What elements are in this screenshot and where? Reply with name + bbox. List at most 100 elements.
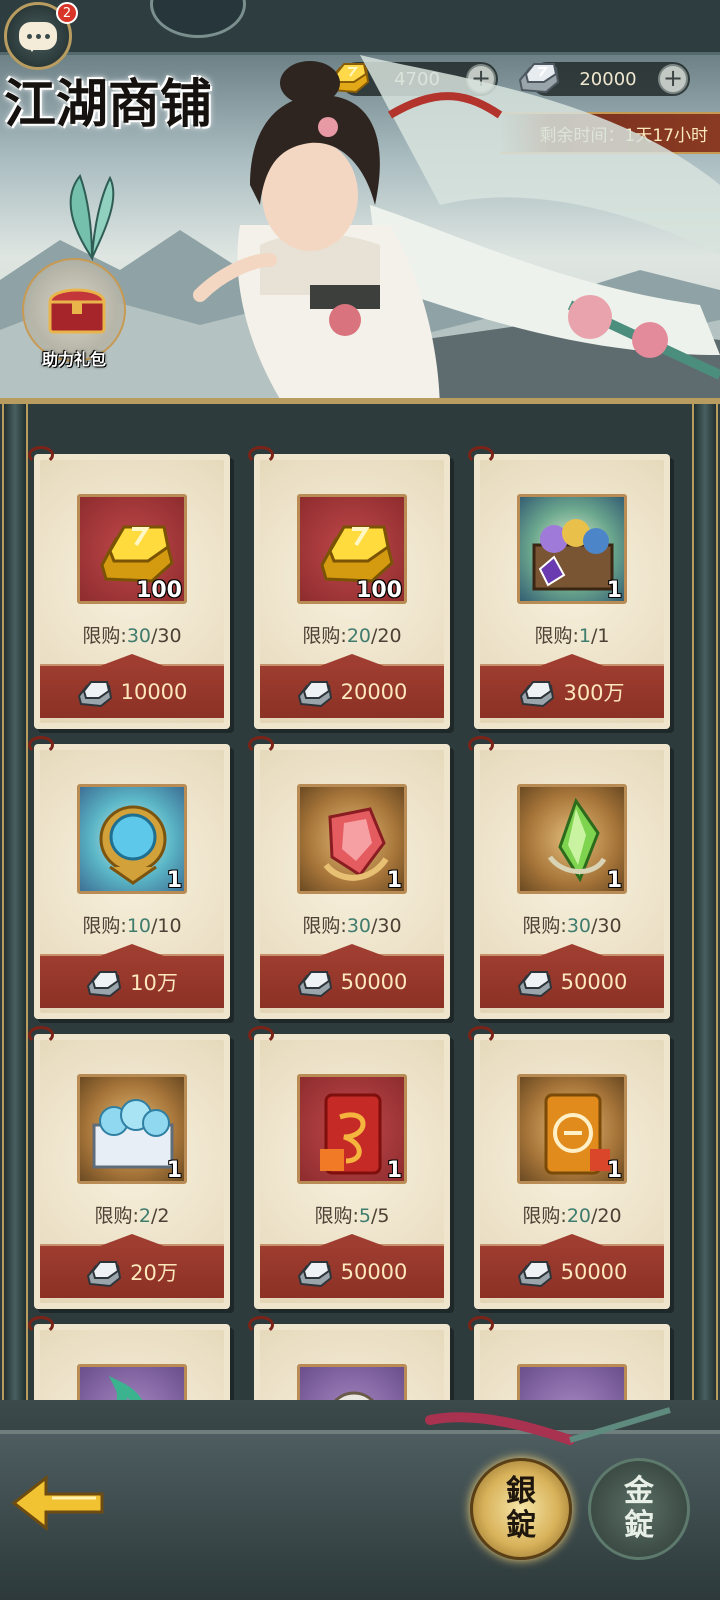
limit-prefix: 限购:	[82, 915, 127, 937]
limit-total: /20	[371, 625, 402, 647]
silver-ingot-icon	[297, 681, 332, 708]
left-rail	[2, 404, 28, 1406]
shop-item-card[interactable]	[248, 1316, 450, 1406]
price-button[interactable]: 300万	[480, 664, 664, 718]
item-quantity: 1	[386, 868, 402, 893]
treasure-chest-icon	[48, 288, 106, 334]
price-value: 50000	[560, 970, 628, 994]
bottom-bar: 銀錠 金錠	[0, 1400, 720, 1600]
price-value: 300万	[563, 681, 625, 705]
item-icon-frame: 1	[517, 784, 627, 894]
price-button[interactable]: 50000	[480, 954, 664, 1008]
limit-total: /2	[151, 1205, 170, 1227]
card-pin	[28, 446, 54, 464]
right-rail	[692, 404, 718, 1406]
shop-item-card[interactable]: 1 限购:2/2 20万	[28, 1026, 230, 1309]
limit-current: 20	[346, 625, 371, 647]
shop-item-card[interactable]: 100 限购:30/30 10000	[28, 446, 230, 729]
item-quantity: 1	[606, 578, 622, 603]
price-button[interactable]: 50000	[260, 954, 444, 1008]
top-strip	[0, 0, 720, 55]
price-button[interactable]: 10万	[40, 954, 224, 1008]
item-icon-frame: 1	[297, 1074, 407, 1184]
shop-item-card[interactable]: 1 限购:20/20 50000	[468, 1026, 670, 1309]
card-pin	[28, 736, 54, 754]
card-pin	[468, 1316, 494, 1334]
limit-prefix: 限购:	[94, 1205, 139, 1227]
heroine-illustration	[193, 55, 720, 415]
silver-ingot-icon	[517, 971, 552, 998]
item-icon-frame: 1	[77, 784, 187, 894]
limit-prefix: 限购:	[302, 625, 347, 647]
silver-ingot-icon	[297, 1261, 332, 1288]
shop-item-card[interactable]: 100 限购:20/20 20000	[248, 446, 450, 729]
purchase-limit: 限购:5/5	[254, 1201, 450, 1228]
limit-prefix: 限购:	[82, 625, 127, 647]
back-button[interactable]	[6, 1468, 110, 1538]
shop-item-card[interactable]: 1 限购:10/10 10万	[28, 736, 230, 1019]
price-button[interactable]: 20000	[260, 664, 444, 718]
silver-ingot-icon	[87, 971, 122, 998]
silver-ingot-icon	[520, 681, 555, 708]
shop-item-card[interactable]	[468, 1316, 670, 1406]
card-pin	[248, 446, 274, 464]
chat-bubble-icon	[19, 22, 57, 52]
chat-unread-badge: 2	[56, 2, 78, 24]
limit-prefix: 限购:	[522, 1205, 567, 1227]
limit-total: /30	[591, 915, 622, 937]
tab-gold-ingot[interactable]: 金錠	[588, 1458, 690, 1560]
butterfly-icon	[69, 174, 115, 262]
shop-panel: 100 限购:30/30 10000 100 限购:20/20 20000 1 限购:1/1 3…	[0, 398, 720, 1406]
limit-current: 1	[578, 625, 591, 647]
item-quantity: 100	[136, 578, 182, 603]
limit-prefix: 限购:	[534, 625, 579, 647]
item-icon-frame: 100	[297, 494, 407, 604]
tab-silver-ingot[interactable]: 銀錠	[470, 1458, 572, 1560]
purchase-limit: 限购:2/2	[34, 1201, 230, 1228]
item-quantity: 100	[356, 578, 402, 603]
price-value: 10万	[130, 971, 178, 995]
item-icon-frame: 100	[77, 494, 187, 604]
price-value: 50000	[340, 970, 408, 994]
shop-item-card[interactable]: 1 限购:30/30 50000	[468, 736, 670, 1019]
price-button[interactable]: 50000	[260, 1244, 444, 1298]
purchase-limit: 限购:30/30	[474, 911, 670, 938]
limit-total: /5	[371, 1205, 390, 1227]
shop-item-card[interactable]: 1 限购:30/30 50000	[248, 736, 450, 1019]
price-value: 10000	[120, 680, 188, 704]
tab-gold-label: 金錠	[624, 1474, 654, 1543]
purchase-limit: 限购:1/1	[474, 621, 670, 648]
silver-ingot-icon	[517, 1261, 552, 1288]
item-quantity: 1	[166, 1158, 182, 1183]
card-pin	[468, 736, 494, 754]
limit-current: 5	[358, 1205, 371, 1227]
limit-current: 20	[566, 1205, 591, 1227]
limit-current: 10	[126, 915, 151, 937]
limit-prefix: 限购:	[314, 1205, 359, 1227]
price-button[interactable]: 20万	[40, 1244, 224, 1298]
price-button[interactable]: 10000	[40, 664, 224, 718]
price-value: 50000	[560, 1260, 628, 1284]
price-value: 20万	[130, 1261, 178, 1285]
item-quantity: 1	[606, 868, 622, 893]
card-pin	[28, 1316, 54, 1334]
back-arrow-icon	[11, 1474, 104, 1532]
limit-current: 30	[346, 915, 371, 937]
shop-item-card[interactable]: 1 限购:5/5 50000	[248, 1026, 450, 1309]
limit-current: 2	[138, 1205, 151, 1227]
gift-pack-button[interactable]: 助力礼包	[18, 174, 130, 370]
item-icon-frame: 1	[297, 784, 407, 894]
limit-total: /30	[371, 915, 402, 937]
shop-item-card[interactable]: 1 限购:1/1 300万	[468, 446, 670, 729]
item-icon-frame: 1	[517, 494, 627, 604]
tab-silver-label: 銀錠	[506, 1474, 536, 1543]
purchase-limit: 限购:10/10	[34, 911, 230, 938]
silver-ingot-icon	[77, 681, 112, 708]
shop-item-card[interactable]	[28, 1316, 230, 1406]
silver-ingot-icon	[297, 971, 332, 998]
item-quantity: 1	[386, 1158, 402, 1183]
card-pin	[248, 1316, 274, 1334]
limit-total: /10	[151, 915, 182, 937]
price-button[interactable]: 50000	[480, 1244, 664, 1298]
card-pin	[248, 1026, 274, 1044]
